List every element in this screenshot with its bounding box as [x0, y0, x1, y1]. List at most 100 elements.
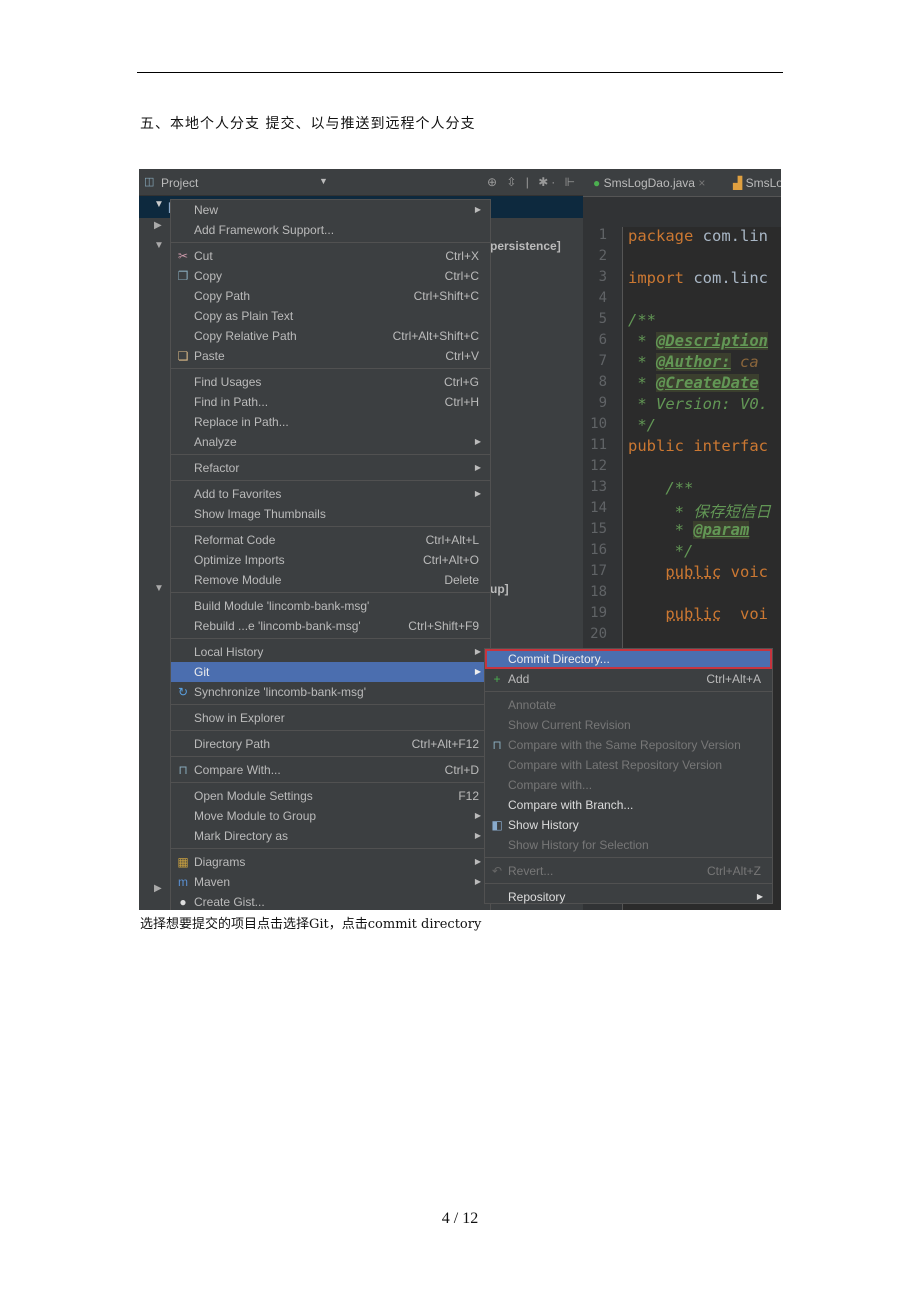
project-title[interactable]: Project: [161, 176, 198, 190]
expand-arrow-icon[interactable]: ▼: [154, 199, 164, 210]
menu-item-open-module-settings[interactable]: Open Module Settings F12: [171, 786, 490, 806]
menu-item-compare-with[interactable]: Compare with...: [485, 775, 772, 795]
menu-item-local-history[interactable]: Local History ▶: [171, 642, 490, 662]
collapse-arrow-icon[interactable]: ▶: [154, 220, 162, 231]
expand-arrow-icon[interactable]: ▼: [154, 583, 164, 594]
menu-item-annotate[interactable]: Annotate: [485, 695, 772, 715]
menu-item-copy-as-plain-text[interactable]: Copy as Plain Text: [171, 306, 490, 326]
menu-item-synchronize-lincomb-bank-msg[interactable]: ↻ Synchronize 'lincomb-bank-msg': [171, 682, 490, 702]
menu-item-analyze[interactable]: Analyze ▶: [171, 432, 490, 452]
menu-item-label: Reformat Code: [194, 533, 276, 547]
menu-item-add-to-favorites[interactable]: Add to Favorites ▶: [171, 484, 490, 504]
menu-item-git[interactable]: Git ▶: [171, 662, 490, 682]
menu-item-diagrams[interactable]: ▦ Diagrams ▶: [171, 852, 490, 872]
menu-item-directory-path[interactable]: Directory Path Ctrl+Alt+F12: [171, 734, 490, 754]
menu-item-compare-with-branch[interactable]: Compare with Branch...: [485, 795, 772, 815]
menu-item-label: Add to Favorites: [194, 487, 282, 501]
menu-item-label: Show History: [508, 818, 579, 832]
menu-item-shortcut: Ctrl+X: [445, 249, 479, 263]
menu-item-find-in-path[interactable]: Find in Path... Ctrl+H: [171, 392, 490, 412]
menu-item-replace-in-path[interactable]: Replace in Path...: [171, 412, 490, 432]
menu-item-show-history[interactable]: ◧ Show History: [485, 815, 772, 835]
menu-item-paste[interactable]: ❏ Paste Ctrl+V: [171, 346, 490, 366]
tree-item-fragment[interactable]: up]: [490, 582, 509, 596]
expand-arrow-icon[interactable]: ▼: [154, 240, 164, 251]
panel-toolbar-icons[interactable]: ⊕ ⇳ | ✱· ⊩: [487, 175, 578, 189]
menu-item-label: Directory Path: [194, 737, 271, 751]
tab-smslogdao[interactable]: ● SmsLogDao.java ×: [593, 176, 705, 190]
code-line: 12: [583, 458, 781, 479]
xml-file-icon: ▟: [733, 176, 743, 190]
menu-item-remove-module[interactable]: Remove Module Delete: [171, 570, 490, 590]
code-token: com.linc: [684, 269, 768, 287]
section-heading: 五、本地个人分支 提交、以与推送到远程个人分支: [140, 116, 476, 132]
github-icon: ●: [179, 895, 187, 909]
menu-item-add-framework-support[interactable]: Add Framework Support...: [171, 220, 490, 240]
close-icon[interactable]: ×: [698, 176, 705, 190]
menu-item-commit-directory[interactable]: Commit Directory...: [485, 649, 772, 669]
menu-item-shortcut: Ctrl+Alt+Z: [706, 864, 761, 878]
submenu-arrow-icon: ▶: [756, 892, 763, 901]
menu-item-copy[interactable]: ❐ Copy Ctrl+C: [171, 266, 490, 286]
git-submenu: Commit Directory... + Add Ctrl+Alt+A Annotat…: [484, 648, 773, 904]
menu-item-rebuild-e-lincomb-bank-msg[interactable]: Rebuild ...e 'lincomb-bank-msg' Ctrl+Shif…: [171, 616, 490, 636]
menu-item-move-module-to-group[interactable]: Move Module to Group ▶: [171, 806, 490, 826]
menu-item-build-module-lincomb-bank-msg[interactable]: Build Module 'lincomb-bank-msg': [171, 596, 490, 616]
menu-item-find-usages[interactable]: Find Usages Ctrl+G: [171, 372, 490, 392]
copy-icon: ❐: [177, 269, 189, 283]
menu-item-copy-path[interactable]: Copy Path Ctrl+Shift+C: [171, 286, 490, 306]
code-token: */: [628, 542, 694, 560]
menu-item-cut[interactable]: ✂ Cut Ctrl+X: [171, 246, 490, 266]
menu-item-show-history-for-selection[interactable]: Show History for Selection: [485, 835, 772, 855]
menu-item-repository[interactable]: Repository ▶: [485, 887, 772, 907]
menu-item-label: Show Current Revision: [508, 718, 631, 732]
menu-item-shortcut: Ctrl+G: [443, 375, 479, 389]
menu-item-reformat-code[interactable]: Reformat Code Ctrl+Alt+L: [171, 530, 490, 550]
line-number: 15: [590, 521, 607, 537]
code-token: @Author:: [656, 353, 731, 371]
menu-item-create-gist[interactable]: ● Create Gist...: [171, 892, 490, 910]
menu-item-revert[interactable]: ↶ Revert... Ctrl+Alt+Z: [485, 861, 772, 881]
menu-item-label: Build Module 'lincomb-bank-msg': [194, 599, 370, 613]
menu-item-label: Copy: [194, 269, 223, 283]
menu-item-show-in-explorer[interactable]: Show in Explorer: [171, 708, 490, 728]
menu-item-mark-directory-as[interactable]: Mark Directory as ▶: [171, 826, 490, 846]
editor-breadcrumb-area: [583, 197, 781, 227]
collapse-arrow-icon[interactable]: ▶: [154, 883, 162, 894]
code-line: 17 public voic: [583, 563, 781, 584]
menu-item-maven[interactable]: m Maven ▶: [171, 872, 490, 892]
code-text: package com.lin: [628, 227, 768, 245]
tree-item-fragment[interactable]: persistence]: [490, 239, 561, 253]
line-number: 3: [598, 269, 607, 285]
line-number: 8: [598, 374, 607, 390]
submenu-arrow-icon: ▶: [474, 463, 481, 472]
menu-item-label: Maven: [194, 875, 231, 889]
menu-item-compare-with-the-same-repository-version[interactable]: ⊓ Compare with the Same Repository Versio…: [485, 735, 772, 755]
line-number: 4: [598, 290, 607, 306]
menu-item-label: Repository: [508, 890, 566, 904]
submenu-arrow-icon: ▶: [474, 205, 481, 214]
menu-item-compare-with-latest-repository-version[interactable]: Compare with Latest Repository Version: [485, 755, 772, 775]
code-token: */: [628, 416, 656, 434]
menu-item-label: Rebuild ...e 'lincomb-bank-msg': [194, 619, 361, 633]
code-line: 20: [583, 626, 781, 647]
menu-item-show-current-revision[interactable]: Show Current Revision: [485, 715, 772, 735]
tab-smslo[interactable]: ▟ SmsLo: [733, 176, 781, 190]
code-text: import com.linc: [628, 269, 768, 287]
code-token: *: [628, 353, 656, 371]
menu-item-label: Diagrams: [194, 855, 246, 869]
menu-item-optimize-imports[interactable]: Optimize Imports Ctrl+Alt+O: [171, 550, 490, 570]
menu-item-label: Add: [508, 672, 530, 686]
code-token: @param: [693, 521, 750, 539]
submenu-arrow-icon: ▶: [474, 437, 481, 446]
menu-item-add[interactable]: + Add Ctrl+Alt+A: [485, 669, 772, 689]
menu-item-show-image-thumbnails[interactable]: Show Image Thumbnails: [171, 504, 490, 524]
menu-item-compare-with[interactable]: ⊓ Compare With... Ctrl+D: [171, 760, 490, 780]
menu-item-copy-relative-path[interactable]: Copy Relative Path Ctrl+Alt+Shift+C: [171, 326, 490, 346]
chevron-down-icon[interactable]: ▼: [319, 176, 328, 186]
menu-item-refactor[interactable]: Refactor ▶: [171, 458, 490, 478]
menu-item-shortcut: Ctrl+Alt+Shift+C: [392, 329, 479, 343]
menu-item-new[interactable]: New ▶: [171, 200, 490, 220]
code-token: voic: [721, 563, 768, 581]
